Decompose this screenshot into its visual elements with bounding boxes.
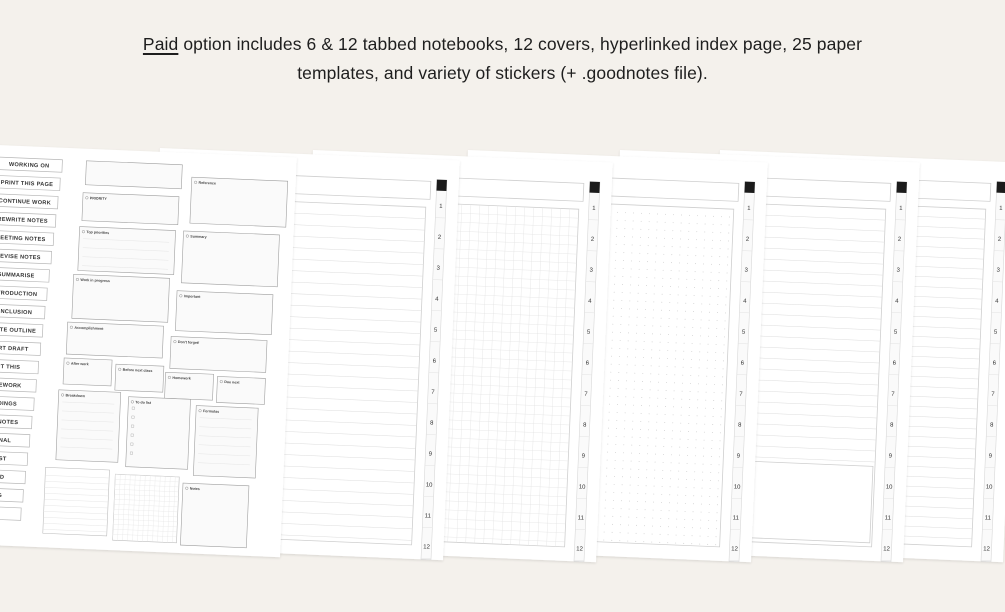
tab-number: 10 — [426, 482, 434, 488]
planner-label: Reference — [199, 181, 217, 186]
planner-label: Due next — [224, 380, 240, 385]
sticker-label: JOURNAL — [0, 437, 12, 444]
planner-label: Important — [184, 294, 202, 299]
tab-black — [744, 181, 755, 194]
tab-number: 12 — [423, 544, 431, 550]
planner-box — [180, 482, 250, 549]
planner-box — [193, 405, 259, 479]
sticker-label: HOMEWORK — [0, 382, 22, 390]
tab-number: 10 — [579, 484, 587, 490]
tab-number: 12 — [983, 546, 991, 552]
planner-label: Homework — [172, 376, 191, 381]
planner-box — [181, 230, 280, 288]
planner-label: Breakdown — [65, 393, 85, 398]
tab-black — [896, 181, 907, 194]
planner-box — [85, 160, 183, 190]
planner-box — [125, 396, 191, 470]
sticker-tag — [0, 504, 22, 521]
tab-number: 12 — [731, 546, 739, 552]
planner-box — [55, 389, 122, 463]
planner-sheet-group: WORKING ONPRINT THIS PAGECONTINUE WORKRE… — [0, 145, 297, 558]
planner-label: Formulas — [203, 409, 219, 414]
sticker-label: READINGS — [0, 400, 17, 407]
sticker-label: DO LIST — [0, 455, 7, 462]
sticker-tag — [0, 486, 24, 503]
tab-black — [996, 181, 1005, 194]
tab-number: 12 — [883, 546, 891, 552]
tab-number: 11 — [885, 515, 892, 521]
tab-number: 12 — [576, 546, 584, 552]
tab-number: 10 — [734, 484, 742, 490]
sticker-label: ERAL NOTES — [0, 419, 18, 427]
tab-black — [436, 179, 447, 192]
sticker-label: PLETED — [0, 474, 4, 481]
planner-label: After work — [71, 362, 89, 367]
planner-label: Summary — [190, 234, 207, 239]
sticker-label: START DRAFT — [0, 345, 29, 353]
tab-number: 11 — [733, 515, 740, 521]
planner-label: To do list — [135, 400, 152, 405]
tab-number: 11 — [578, 515, 585, 521]
sticker-label: CONCLUSION — [0, 309, 32, 317]
tab-number: 10 — [886, 484, 894, 490]
notebook-pages-illustration: 1234567891011121234567891011121234567891… — [0, 145, 1005, 563]
sticker-label: ON LOG — [0, 492, 2, 499]
planner-label: Notes — [190, 487, 200, 491]
planner-label: PRIORITY — [90, 196, 108, 201]
sticker-planner-page: WORKING ONPRINT THIS PAGECONTINUE WORKRE… — [0, 145, 297, 558]
tab-black — [589, 181, 600, 194]
tab-number: 11 — [425, 513, 432, 519]
sticker-label: EDIT THIS — [0, 364, 20, 371]
tab-number: 10 — [986, 484, 994, 490]
tab-number: 11 — [985, 515, 992, 521]
